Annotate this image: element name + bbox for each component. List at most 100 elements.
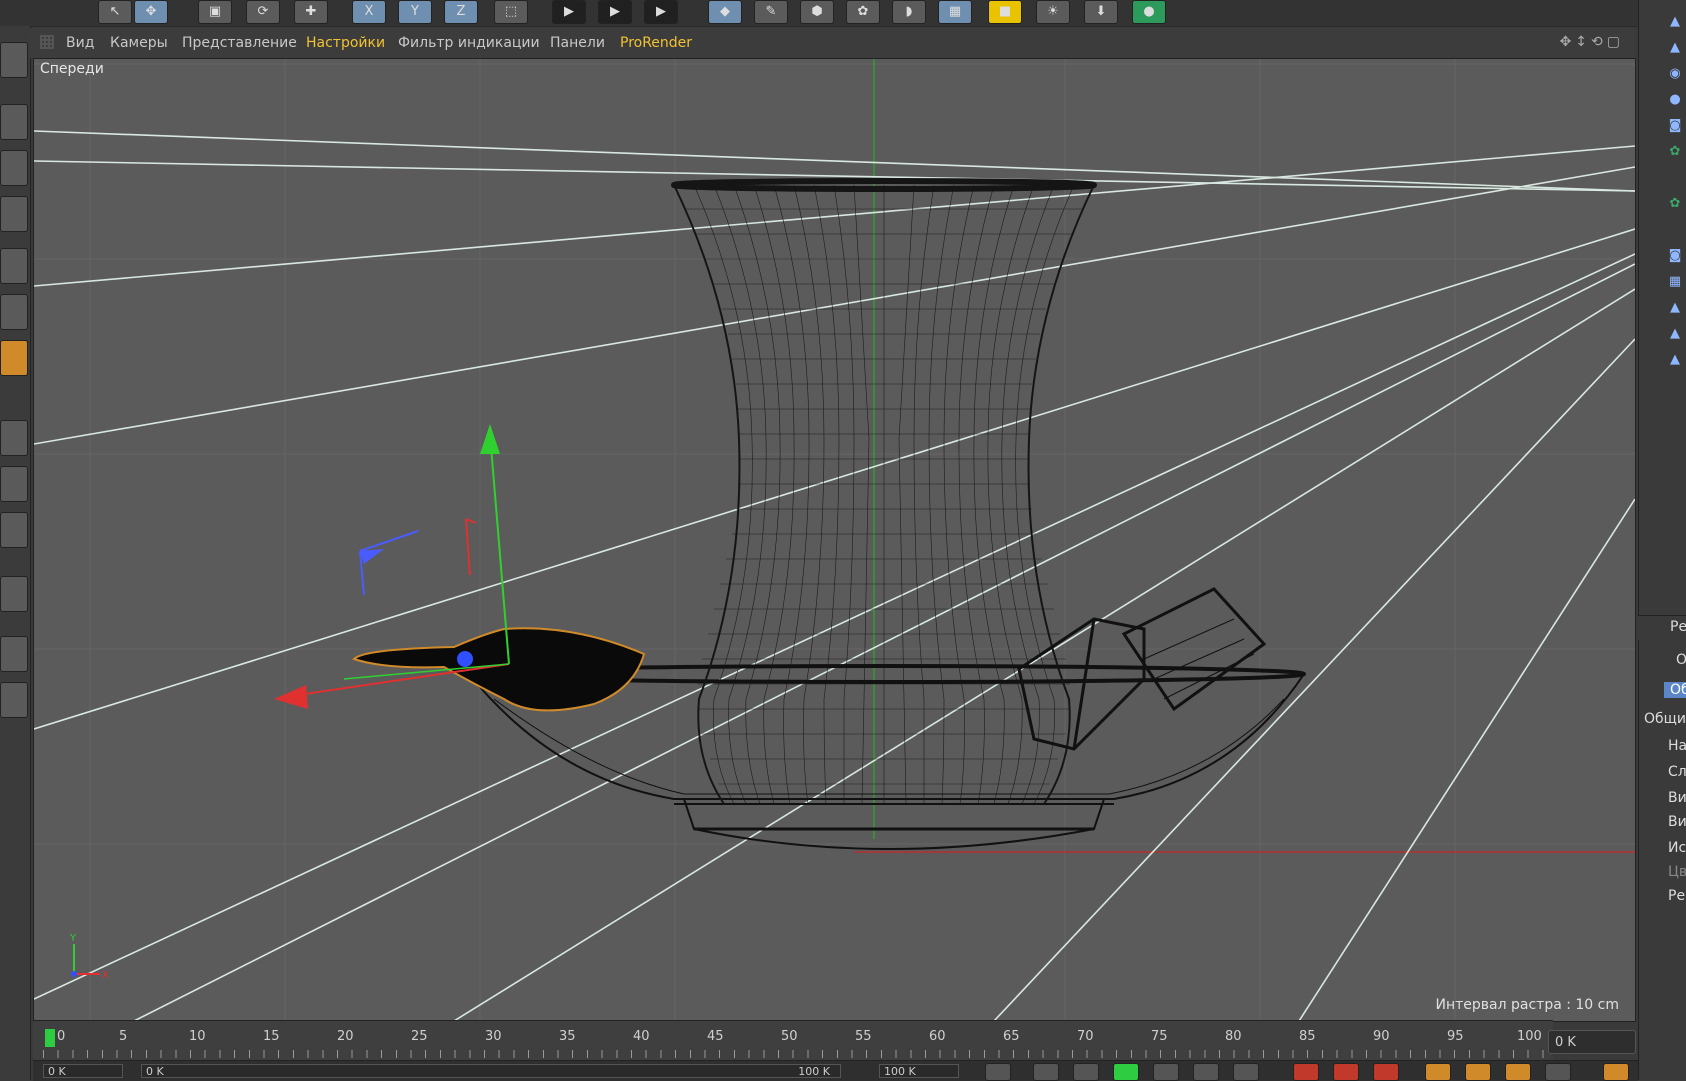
goto-start-icon[interactable] bbox=[985, 1063, 1011, 1081]
view-label[interactable]: Спереди bbox=[40, 61, 104, 77]
tweak-mode-icon[interactable] bbox=[0, 466, 28, 502]
solo-mode-icon[interactable] bbox=[0, 512, 28, 548]
rotate-icon[interactable]: ⟳ bbox=[246, 0, 280, 24]
object-label: О bbox=[1676, 652, 1686, 668]
scale-icon[interactable]: ▣ bbox=[198, 0, 232, 24]
menu-cameras[interactable]: Камеры bbox=[110, 35, 168, 51]
cloner-icon[interactable]: ✿ bbox=[846, 0, 880, 24]
camera-object-icon[interactable]: ◙ bbox=[1667, 248, 1683, 264]
tab-object[interactable]: Об bbox=[1664, 682, 1686, 698]
camera-object-icon[interactable]: ◙ bbox=[1667, 118, 1683, 134]
tick-label: 10 bbox=[189, 1029, 206, 1044]
snapping-icon[interactable] bbox=[0, 576, 28, 612]
timeline-icon[interactable] bbox=[1603, 1063, 1629, 1081]
make-editable-icon[interactable] bbox=[0, 42, 28, 78]
viewport-nav-icons[interactable]: ✥↕⟲▢ bbox=[1560, 34, 1624, 50]
lock-workplane-icon[interactable] bbox=[0, 636, 28, 672]
menu-display[interactable]: Представление bbox=[182, 35, 297, 51]
tick-label: 85 bbox=[1299, 1029, 1316, 1044]
null-object-icon[interactable]: ▲ bbox=[1667, 352, 1683, 368]
keyframe-selection-icon[interactable] bbox=[1373, 1063, 1399, 1081]
section-general: Общи bbox=[1644, 711, 1686, 727]
tick-label: 60 bbox=[929, 1029, 946, 1044]
tick-label: 80 bbox=[1225, 1029, 1242, 1044]
start-frame-field[interactable]: 0 K bbox=[43, 1064, 123, 1078]
axis-mode-icon[interactable] bbox=[0, 420, 28, 456]
playhead[interactable] bbox=[45, 1029, 55, 1047]
render-settings-icon[interactable]: ▶ bbox=[644, 0, 678, 24]
goto-end-icon[interactable] bbox=[1233, 1063, 1259, 1081]
top-toolbar: ↖ ✥ ▣ ⟳ ✚ X Y Z ⬚ ▶ ▶ ▶ ◆ ✎ ⬢ ✿ ◗ ▦ ■ ☀ … bbox=[0, 0, 1686, 27]
tick-label: 35 bbox=[559, 1029, 576, 1044]
viewport[interactable]: Y X Спереди Интервал растра : 10 cm bbox=[33, 58, 1636, 1022]
model-mode-icon[interactable] bbox=[0, 104, 28, 140]
tick-label: 100 bbox=[1517, 1029, 1542, 1044]
next-key-icon[interactable] bbox=[1193, 1063, 1219, 1081]
camera-icon[interactable]: ■ bbox=[988, 0, 1022, 24]
light-object-icon[interactable]: ◉ bbox=[1667, 66, 1683, 82]
workplane-icon[interactable] bbox=[0, 196, 28, 232]
points-mode-icon[interactable] bbox=[0, 248, 28, 284]
menu-filter[interactable]: Фильтр индикации bbox=[398, 35, 540, 51]
null-object-icon[interactable]: ▲ bbox=[1667, 40, 1683, 56]
attr-row[interactable]: Ис bbox=[1668, 840, 1686, 856]
subdivision-icon[interactable]: ⬢ bbox=[800, 0, 834, 24]
cloner-object-icon[interactable]: ✿ bbox=[1667, 144, 1683, 160]
tick-label: 50 bbox=[781, 1029, 798, 1044]
x-axis-icon[interactable]: X bbox=[352, 0, 386, 24]
coordinate-icon[interactable]: ⬚ bbox=[494, 0, 528, 24]
scale-key-icon[interactable] bbox=[1465, 1063, 1491, 1081]
tick-label: 0 bbox=[57, 1029, 66, 1044]
timeline-ruler[interactable]: 0 5 10 15 20 25 30 35 40 45 50 55 60 65 … bbox=[33, 1020, 1553, 1061]
menu-view[interactable]: Вид bbox=[66, 35, 94, 51]
y-axis-icon[interactable]: Y bbox=[398, 0, 432, 24]
render-picture-icon[interactable]: ▶ bbox=[598, 0, 632, 24]
autokey-icon[interactable] bbox=[1333, 1063, 1359, 1081]
grid-spacing-info: Интервал растра : 10 cm bbox=[1435, 997, 1619, 1013]
next-frame-icon[interactable] bbox=[1153, 1063, 1179, 1081]
edges-mode-icon[interactable] bbox=[0, 294, 28, 330]
grid bbox=[34, 59, 1635, 1021]
menu-options[interactable]: Настройки bbox=[306, 35, 385, 51]
quantize-icon[interactable] bbox=[0, 682, 28, 718]
attributes-header: Ре bbox=[1638, 615, 1686, 640]
position-key-icon[interactable] bbox=[1425, 1063, 1451, 1081]
parameter-key-icon[interactable] bbox=[1545, 1063, 1571, 1081]
rotation-key-icon[interactable] bbox=[1505, 1063, 1531, 1081]
axis-y-label: Y bbox=[69, 933, 77, 944]
null-object-icon[interactable]: ▲ bbox=[1667, 300, 1683, 316]
select-icon[interactable]: ↖ bbox=[98, 0, 132, 24]
attr-row[interactable]: Ви bbox=[1668, 814, 1686, 830]
sphere-object-icon[interactable]: ● bbox=[1667, 92, 1683, 108]
current-frame-field[interactable]: 0 K bbox=[1548, 1030, 1636, 1054]
z-axis-icon[interactable]: Z bbox=[444, 0, 478, 24]
attr-row[interactable]: Ви bbox=[1668, 790, 1686, 806]
render-view-icon[interactable]: ▶ bbox=[552, 0, 586, 24]
attr-row[interactable]: Ре bbox=[1668, 888, 1685, 904]
polygons-mode-icon[interactable] bbox=[0, 340, 28, 376]
menu-panel[interactable]: Панели bbox=[550, 35, 605, 51]
perspective-lines bbox=[34, 130, 1635, 1021]
left-toolbar bbox=[0, 26, 31, 1080]
floor-icon[interactable]: ▦ bbox=[938, 0, 972, 24]
add-icon[interactable]: ✚ bbox=[294, 0, 328, 24]
null-object-icon[interactable]: ▲ bbox=[1667, 326, 1683, 342]
prev-frame-icon[interactable] bbox=[1073, 1063, 1099, 1081]
texture-mode-icon[interactable] bbox=[0, 150, 28, 186]
end-frame-field[interactable]: 100 K bbox=[879, 1064, 959, 1078]
cube-icon[interactable]: ◆ bbox=[708, 0, 742, 24]
null-object-icon[interactable]: ▲ bbox=[1667, 14, 1683, 30]
record-icon[interactable] bbox=[1293, 1063, 1319, 1081]
move-icon[interactable]: ✥ bbox=[134, 0, 168, 24]
tag-icon[interactable]: ⬇ bbox=[1084, 0, 1118, 24]
preview-range-slider[interactable]: 0 K 100 K bbox=[141, 1064, 841, 1078]
deformer-icon[interactable]: ◗ bbox=[892, 0, 926, 24]
play-icon[interactable] bbox=[1113, 1063, 1139, 1081]
menu-prorender[interactable]: ProRender bbox=[620, 35, 692, 51]
floor-object-icon[interactable]: ▦ bbox=[1667, 274, 1683, 290]
scene-icon[interactable]: ● bbox=[1132, 0, 1166, 24]
cloner-object-icon[interactable]: ✿ bbox=[1667, 196, 1683, 212]
prev-key-icon[interactable] bbox=[1033, 1063, 1059, 1081]
pen-icon[interactable]: ✎ bbox=[754, 0, 788, 24]
light-icon[interactable]: ☀ bbox=[1036, 0, 1070, 24]
